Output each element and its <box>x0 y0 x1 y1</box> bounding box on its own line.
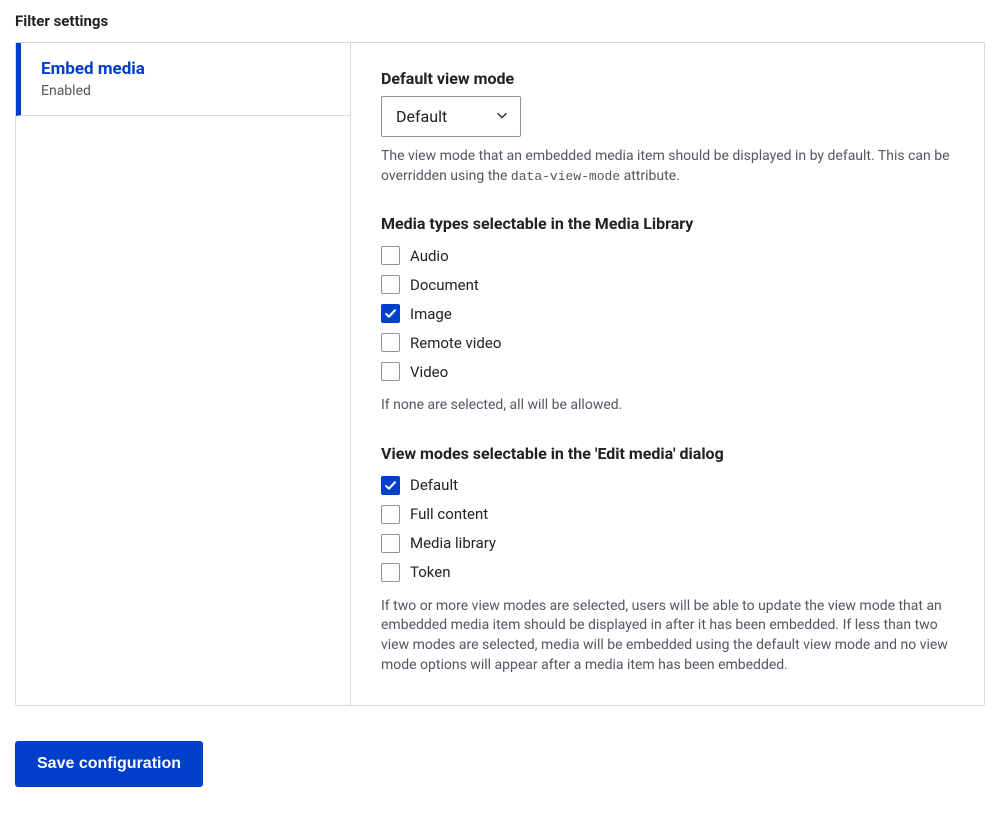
media-type-checkbox[interactable] <box>381 304 400 323</box>
view-mode-row: Media library <box>381 529 954 558</box>
view-mode-label[interactable]: Full content <box>410 505 488 523</box>
default-view-mode-label: Default view mode <box>381 69 954 88</box>
media-type-label[interactable]: Image <box>410 305 452 323</box>
view-mode-checkbox[interactable] <box>381 534 400 553</box>
media-type-checkbox[interactable] <box>381 246 400 265</box>
tab-title: Embed media <box>41 59 330 79</box>
view-mode-checkbox[interactable] <box>381 505 400 524</box>
media-type-row: Audio <box>381 241 954 270</box>
default-view-mode-help: The view mode that an embedded media ite… <box>381 147 954 186</box>
default-view-mode-select[interactable]: Default <box>381 96 521 137</box>
view-modes-help: If two or more view modes are selected, … <box>381 597 954 675</box>
settings-panel: Embed media Enabled Default view mode De… <box>15 42 985 706</box>
view-mode-checkbox[interactable] <box>381 563 400 582</box>
media-type-label[interactable]: Document <box>410 276 479 294</box>
view-modes-group: View modes selectable in the 'Edit media… <box>381 444 954 675</box>
media-type-row: Document <box>381 270 954 299</box>
view-mode-row: Full content <box>381 500 954 529</box>
media-type-checkbox[interactable] <box>381 275 400 294</box>
view-modes-list: Default Full content Media library Token <box>381 471 954 587</box>
tab-embed-media[interactable]: Embed media Enabled <box>16 43 350 116</box>
view-mode-row: Default <box>381 471 954 500</box>
sidebar: Embed media Enabled <box>16 43 351 705</box>
media-types-list: Audio Document Image Remote video Video <box>381 241 954 386</box>
media-type-row: Image <box>381 299 954 328</box>
default-view-mode-group: Default view mode Default The view mode … <box>381 69 954 186</box>
view-mode-label[interactable]: Default <box>410 476 458 494</box>
select-value: Default <box>396 107 447 126</box>
settings-content: Default view mode Default The view mode … <box>351 43 984 705</box>
media-type-label[interactable]: Remote video <box>410 334 501 352</box>
tab-status: Enabled <box>41 83 330 99</box>
view-mode-label[interactable]: Token <box>410 563 450 581</box>
save-configuration-button[interactable]: Save configuration <box>15 741 203 787</box>
view-mode-checkbox[interactable] <box>381 476 400 495</box>
media-type-row: Remote video <box>381 328 954 357</box>
media-type-checkbox[interactable] <box>381 362 400 381</box>
view-mode-row: Token <box>381 558 954 587</box>
media-types-group: Media types selectable in the Media Libr… <box>381 214 954 416</box>
view-modes-label: View modes selectable in the 'Edit media… <box>381 444 954 463</box>
media-type-label[interactable]: Video <box>410 363 448 381</box>
filter-settings-header: Filter settings <box>15 0 985 42</box>
media-type-label[interactable]: Audio <box>410 247 449 265</box>
media-type-row: Video <box>381 357 954 386</box>
media-types-label: Media types selectable in the Media Libr… <box>381 214 954 233</box>
view-mode-label[interactable]: Media library <box>410 534 496 552</box>
media-type-checkbox[interactable] <box>381 333 400 352</box>
media-types-help: If none are selected, all will be allowe… <box>381 396 954 416</box>
